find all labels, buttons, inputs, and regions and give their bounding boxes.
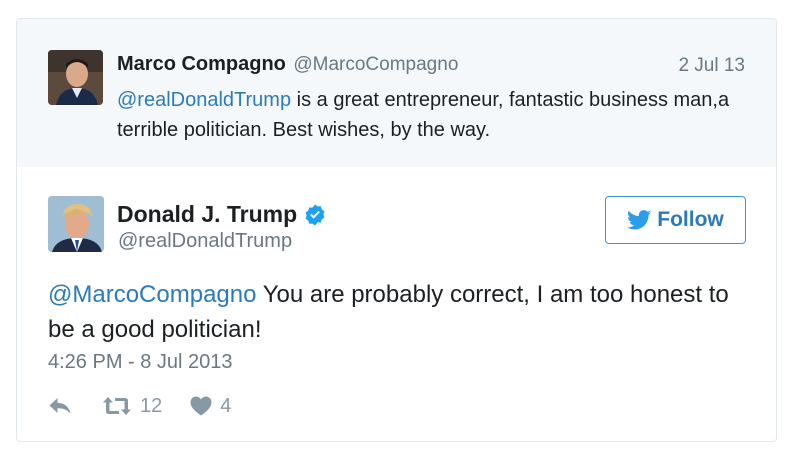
embedded-tweet-card: Marco Compagno @MarcoCompagno 2 Jul 13 @… [16, 18, 777, 442]
retweet-icon [103, 397, 131, 415]
tweet-actions: 12 4 [48, 393, 231, 419]
marco-avatar[interactable] [48, 50, 103, 105]
mention-link[interactable]: @MarcoCompagno [48, 281, 256, 308]
retweet-count: 12 [140, 394, 163, 417]
retweet-button[interactable]: 12 [102, 395, 162, 418]
author-name-row: Donald J. Trump [117, 201, 327, 228]
follow-button[interactable]: Follow [605, 196, 746, 244]
parent-tweet-text: @realDonaldTrump is a great entrepreneur… [117, 85, 747, 145]
parent-mention-link[interactable]: @realDonaldTrump [117, 89, 291, 111]
heart-icon [190, 396, 212, 416]
tweet-timestamp[interactable]: 4:26 PM - 8 Jul 2013 [48, 351, 233, 374]
parent-author-name[interactable]: Marco Compagno [117, 53, 286, 75]
twitter-bird-icon [627, 210, 652, 230]
like-button[interactable]: 4 [190, 395, 231, 418]
follow-button-label: Follow [657, 208, 724, 231]
like-count: 4 [220, 394, 232, 417]
author-name[interactable]: Donald J. Trump [117, 201, 297, 228]
verified-badge-icon [305, 204, 325, 225]
parent-tweet[interactable]: Marco Compagno @MarcoCompagno 2 Jul 13 @… [17, 19, 776, 167]
trump-avatar[interactable] [48, 196, 104, 252]
author-handle[interactable]: @realDonaldTrump [118, 230, 292, 253]
reply-icon [49, 398, 71, 414]
parent-tweet-header: Marco Compagno @MarcoCompagno [117, 53, 458, 76]
reply-button[interactable] [48, 396, 72, 416]
parent-author-handle[interactable]: @MarcoCompagno [293, 54, 458, 75]
parent-tweet-date[interactable]: 2 Jul 13 [678, 55, 745, 77]
tweet-text: @MarcoCompagno You are probably correct,… [48, 277, 758, 347]
